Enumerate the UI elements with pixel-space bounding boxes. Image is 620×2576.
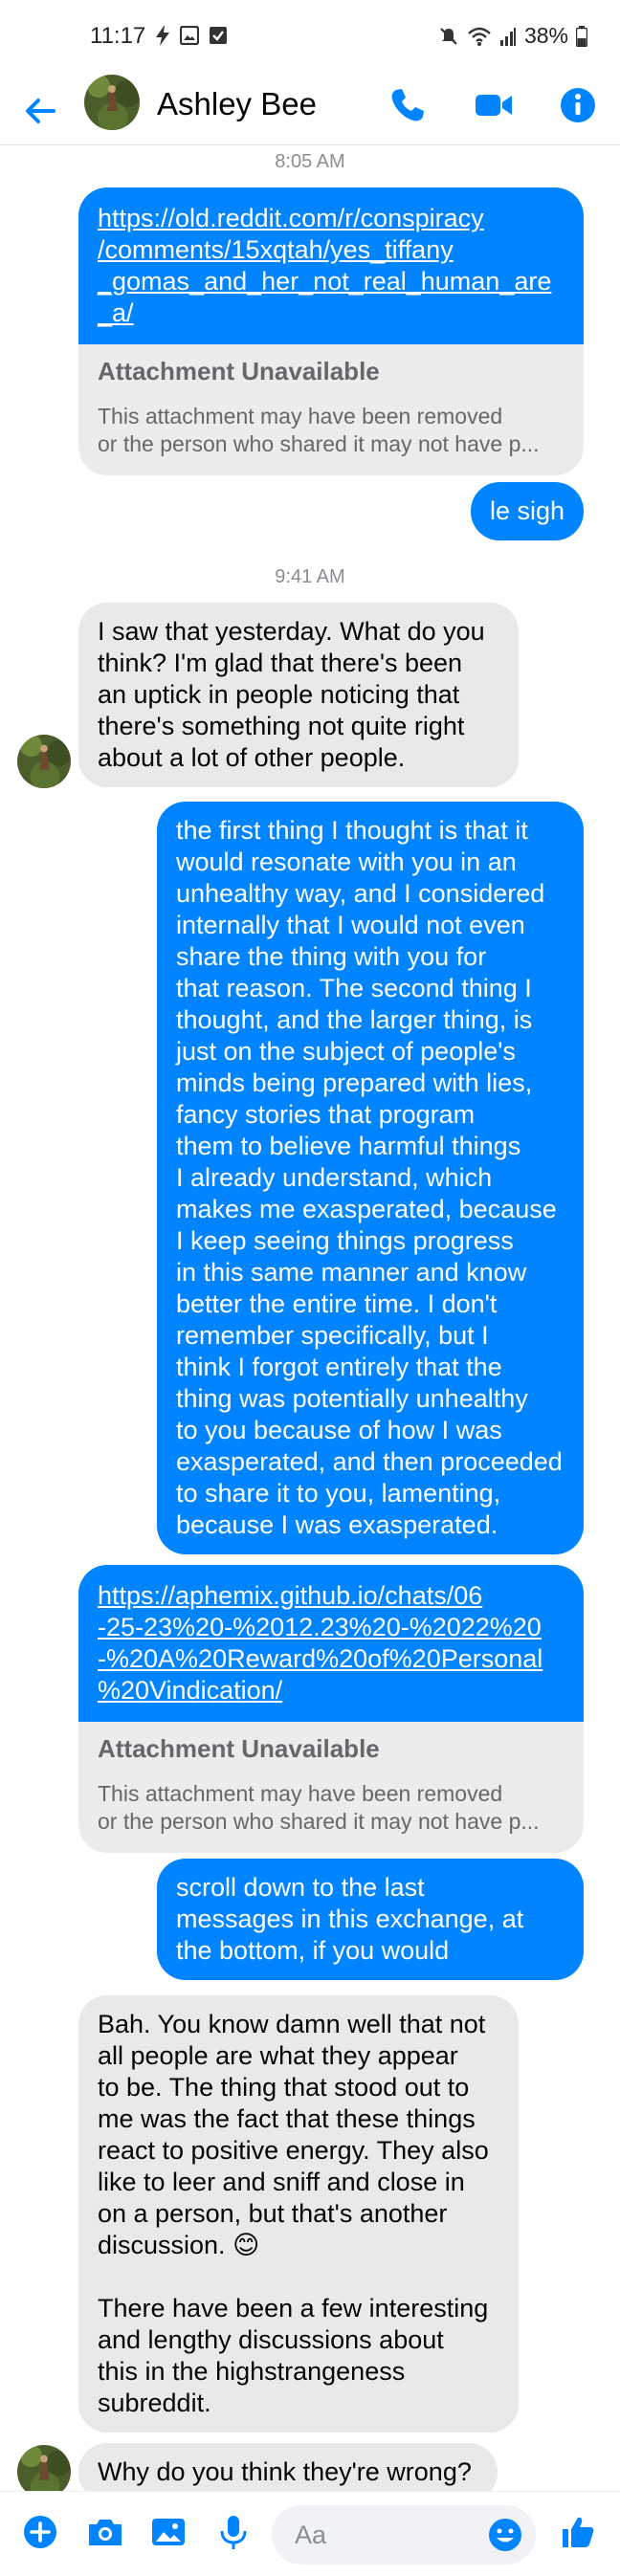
status-time: 11:17 <box>90 23 146 49</box>
shared-link-url[interactable]: https://old.reddit.com/r/conspiracy /com… <box>98 203 565 329</box>
back-arrow-icon[interactable] <box>21 92 59 130</box>
thumbs-up-icon[interactable] <box>557 2511 599 2553</box>
attachment-description: This attachment may have been removed or… <box>98 404 540 456</box>
contact-name[interactable]: Ashley Bee <box>157 86 317 122</box>
plus-icon[interactable] <box>19 2511 61 2553</box>
microphone-icon[interactable] <box>212 2511 255 2553</box>
link-share-message[interactable]: https://old.reddit.com/r/conspiracy /com… <box>78 187 584 475</box>
link-share-message[interactable]: https://aphemix.github.io/chats/06 -25-2… <box>78 1565 584 1853</box>
info-icon[interactable] <box>557 84 599 126</box>
outgoing-message[interactable]: the first thing I thought is that it wou… <box>157 802 584 1554</box>
battery-percent: 38% <box>523 23 568 48</box>
message-input[interactable] <box>295 2505 467 2565</box>
incoming-message[interactable]: I saw that yesterday. What do you think?… <box>78 603 519 787</box>
image-icon[interactable] <box>147 2511 189 2553</box>
outgoing-message[interactable]: le sigh <box>470 482 584 540</box>
flash-icon <box>156 25 169 46</box>
gallery-icon <box>180 26 199 45</box>
composer-bar <box>0 2491 620 2576</box>
message-composer[interactable] <box>272 2505 536 2565</box>
battery-icon <box>576 25 587 47</box>
emoji-icon[interactable] <box>486 2516 524 2554</box>
video-icon[interactable] <box>473 84 515 126</box>
conversation-header: Ashley Bee <box>0 73 620 145</box>
attachment-title: Attachment Unavailable <box>98 357 380 385</box>
incoming-message[interactable]: Bah. You know damn well that not all peo… <box>78 1995 519 2433</box>
mute-icon <box>440 27 457 45</box>
timestamp: 9:41 AM <box>275 566 345 587</box>
attachment-title: Attachment Unavailable <box>98 1734 380 1763</box>
timestamp: 8:05 AM <box>275 151 345 172</box>
attachment-preview: Attachment Unavailable This attachment m… <box>78 344 584 475</box>
attachment-description: This attachment may have been removed or… <box>98 1781 540 1834</box>
attachment-preview: Attachment Unavailable This attachment m… <box>78 1722 584 1853</box>
camera-icon[interactable] <box>84 2511 126 2553</box>
shared-link-url[interactable]: https://aphemix.github.io/chats/06 -25-2… <box>98 1580 565 1706</box>
outgoing-message[interactable]: scroll down to the last messages in this… <box>157 1859 584 1980</box>
checkbox-icon <box>210 27 227 44</box>
status-bar: 11:17 38% <box>0 0 620 73</box>
signal-icon <box>499 27 516 46</box>
phone-icon[interactable] <box>387 84 429 126</box>
avatar[interactable] <box>84 75 140 130</box>
wifi-icon <box>468 27 491 46</box>
avatar[interactable] <box>17 735 71 788</box>
